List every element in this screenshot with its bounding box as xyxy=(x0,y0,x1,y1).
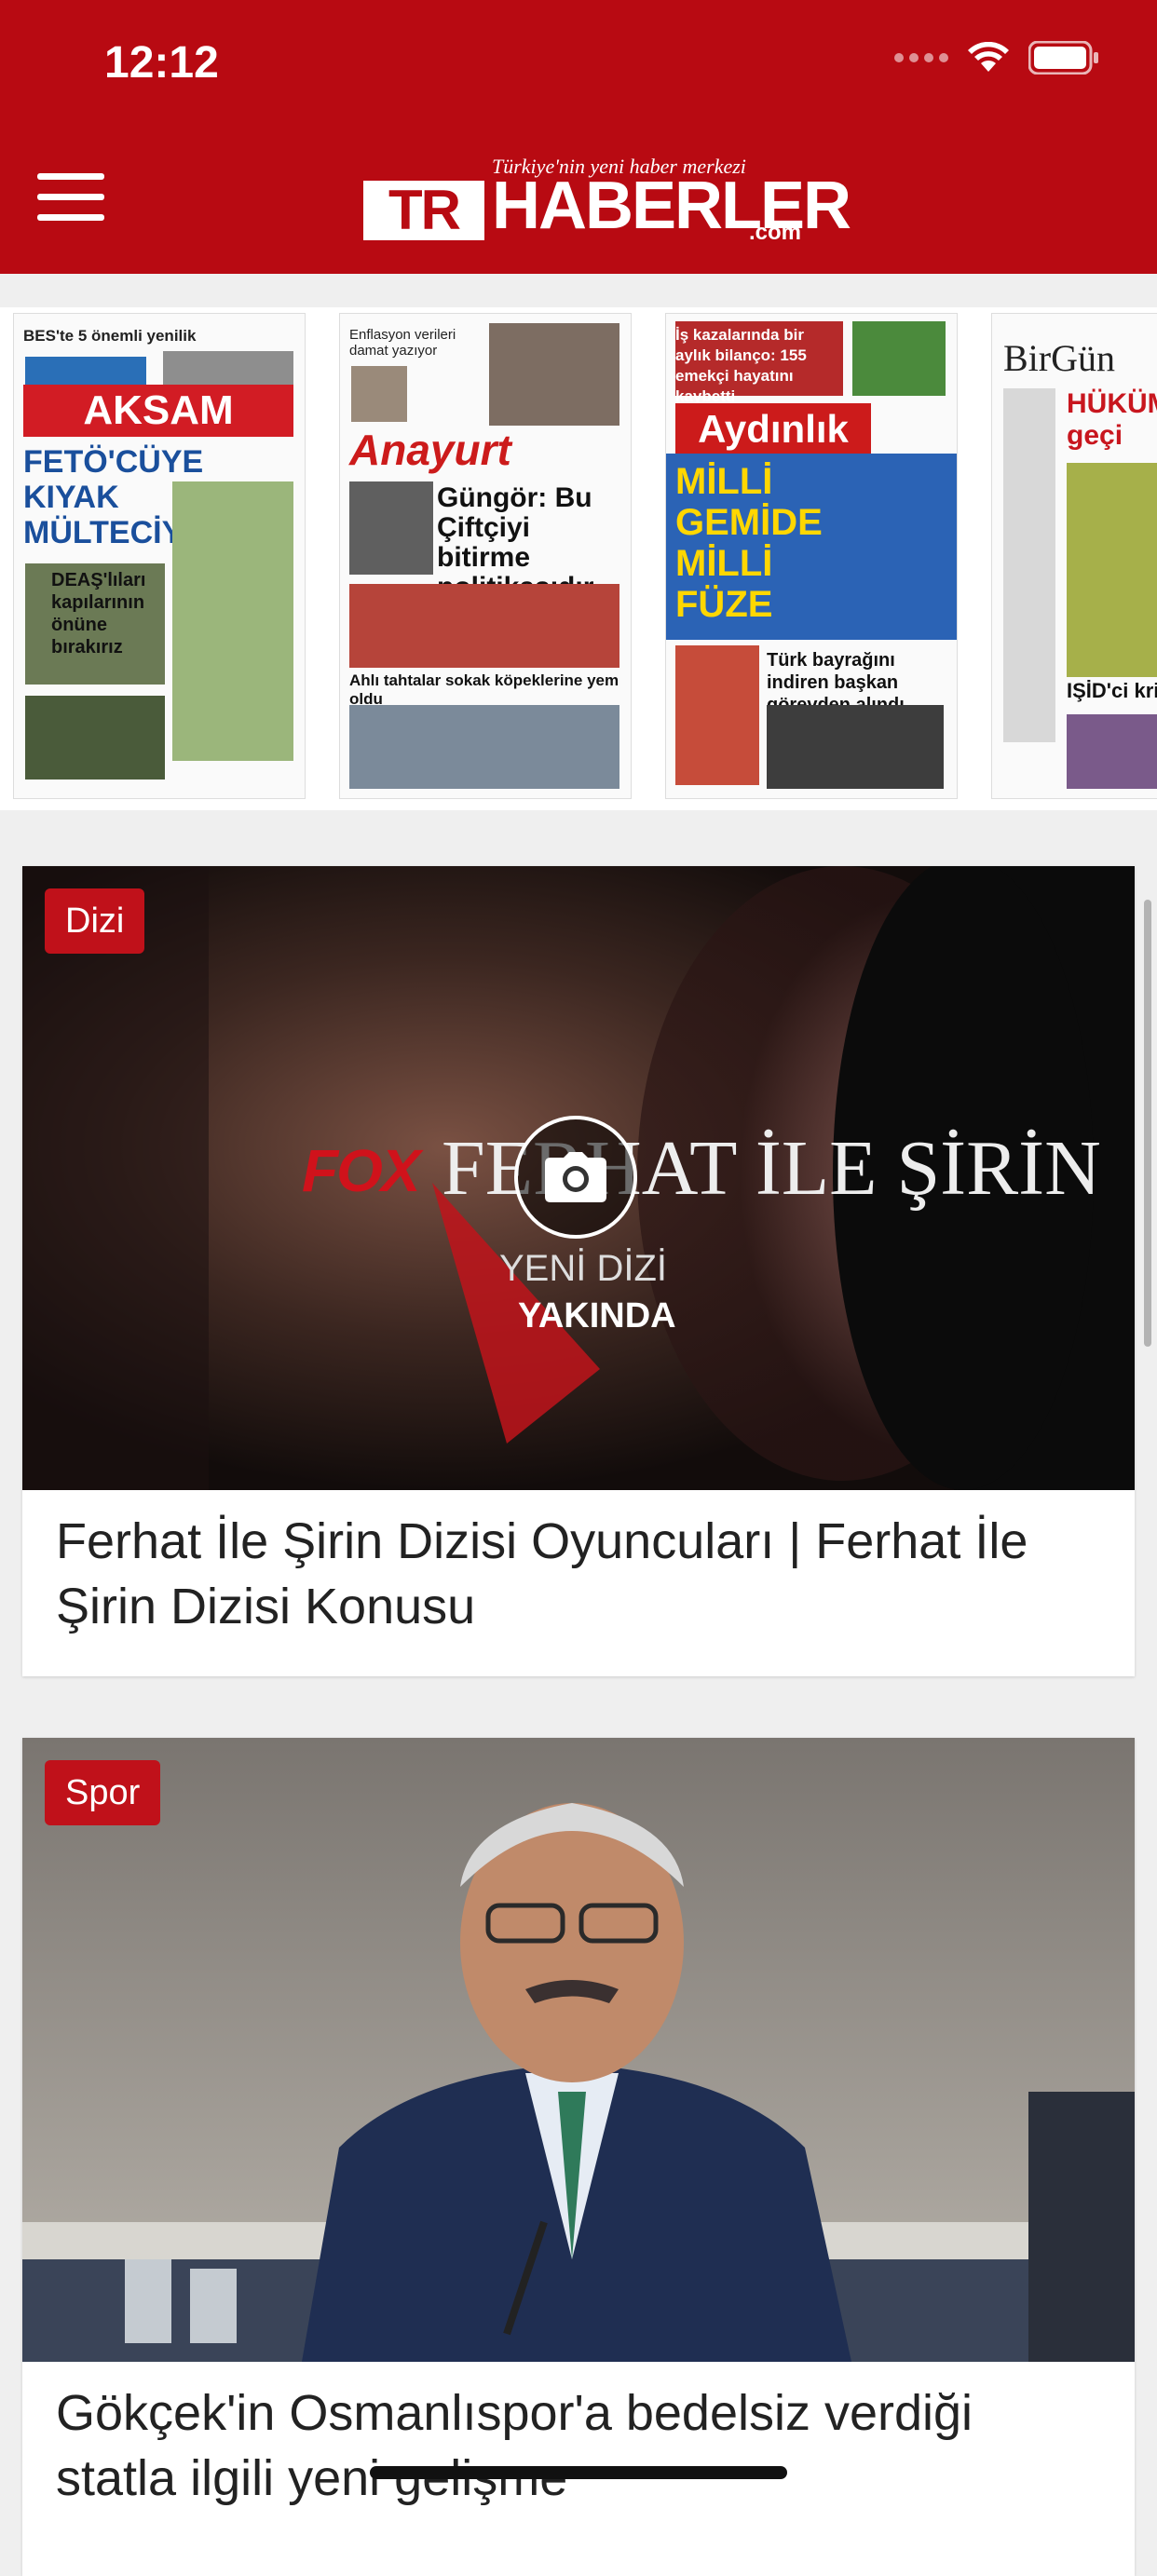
news-card[interactable]: Spor Gökçek'in Osmanlıspor'a bedelsiz ve… xyxy=(22,1738,1135,2576)
battery-icon xyxy=(1028,41,1099,75)
newspaper-topline: İş kazalarında bir aylık bilanço: 155 em… xyxy=(675,326,807,405)
news-card-title[interactable]: Gökçek'in Osmanlıspor'a bedelsiz verdiği… xyxy=(56,2380,1101,2511)
category-badge[interactable]: Spor xyxy=(45,1760,161,1825)
news-image[interactable]: Spor xyxy=(22,1738,1135,2362)
newspaper-birgun[interactable]: BirGün HÜKÜMET halk geçi IŞİD'ci krizi t… xyxy=(991,313,1157,799)
logo-domain: .com xyxy=(748,220,801,245)
newspaper-subhead: IŞİD'ci krizi tırm xyxy=(1067,679,1157,702)
category-badge[interactable]: Dizi xyxy=(45,888,145,954)
site-logo[interactable]: TR Türkiye'nin yeni haber merkezi HABERL… xyxy=(363,155,851,248)
status-time: 12:12 xyxy=(104,38,219,88)
news-image[interactable]: Dizi FOX FERHAT İLE ŞİRİN YENİ DİZİ YAKI… xyxy=(22,866,1135,1490)
newspaper-carousel[interactable]: BES'te 5 önemli yenilik AKSAM FETÖ'CÜYE … xyxy=(0,307,1157,810)
news-card-title[interactable]: Ferhat İle Şirin Dizisi Oyuncuları | Fer… xyxy=(56,1509,1101,1639)
wifi-icon xyxy=(967,42,1010,74)
newspaper-masthead: Aydınlık xyxy=(675,403,871,455)
overlay-line2: YAKINDA xyxy=(518,1296,676,1335)
logo-tr: TR xyxy=(363,181,484,240)
home-indicator[interactable] xyxy=(370,2466,787,2479)
newspaper-subhead: DEAŞ'lıları kapılarının önüne bırakırız xyxy=(51,570,146,658)
app-header: 12:12 TR Türkiye'nin yeni haber merkezi … xyxy=(0,0,1157,274)
newspaper-aksam[interactable]: BES'te 5 önemli yenilik AKSAM FETÖ'CÜYE … xyxy=(13,313,306,799)
hamburger-menu-icon[interactable] xyxy=(37,173,106,229)
overlay-network: FOX xyxy=(302,1137,421,1204)
newspaper-headline: MİLLİ GEMİDE MİLLİ FÜZE xyxy=(675,461,823,625)
newspaper-aydinlik[interactable]: İş kazalarında bir aylık bilanço: 155 em… xyxy=(665,313,958,799)
status-icons xyxy=(894,39,1099,76)
newspaper-headline: HÜKÜMET halk geçi xyxy=(1067,388,1157,451)
newspaper-anayurt[interactable]: Enflasyon verileri damat yazıyor Anayurt… xyxy=(339,313,632,799)
cellular-signal-icon xyxy=(894,53,948,62)
newspaper-masthead: Anayurt xyxy=(349,426,511,474)
newspaper-masthead: BirGün xyxy=(1003,337,1115,379)
newspaper-subhead: Ahlı tahtalar sokak köpeklerine yem oldu xyxy=(349,671,619,708)
camera-icon[interactable] xyxy=(514,1116,637,1239)
overlay-line1: YENİ DİZİ xyxy=(499,1248,668,1289)
scroll-indicator[interactable] xyxy=(1144,900,1151,1347)
newspaper-topline: BES'te 5 önemli yenilik xyxy=(23,327,197,345)
newspaper-topline: Enflasyon verileri damat yazıyor xyxy=(349,327,456,359)
newspaper-masthead: AKSAM xyxy=(23,385,293,437)
news-card[interactable]: Dizi FOX FERHAT İLE ŞİRİN YENİ DİZİ YAKI… xyxy=(22,866,1135,1676)
